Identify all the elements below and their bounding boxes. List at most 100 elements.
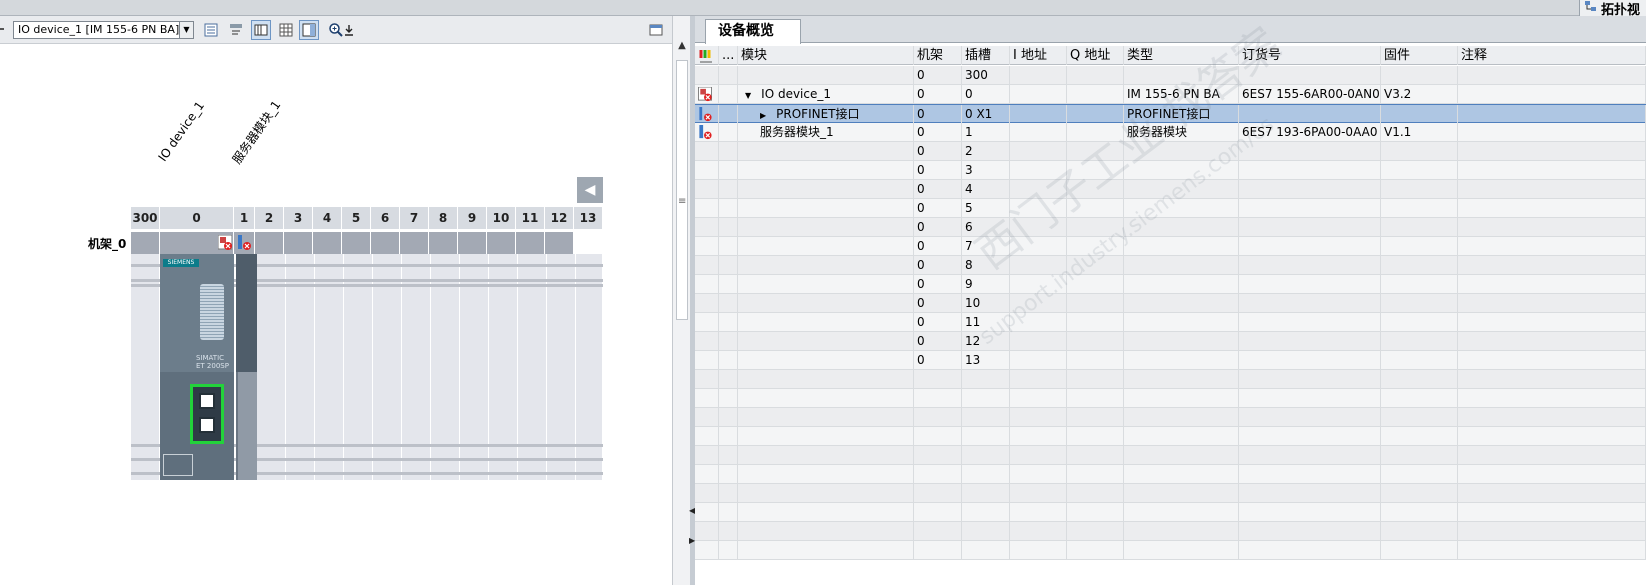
- tab-device-overview[interactable]: 设备概览: [705, 19, 801, 44]
- rack-cell: [429, 232, 458, 254]
- show-module-labels-button[interactable]: [226, 20, 246, 40]
- table-row[interactable]: 服务器模块_1 0 1 服务器模块 6ES7 193-6PA00-0AA0 V1.1: [695, 123, 1646, 142]
- table-cell: [1458, 294, 1646, 313]
- ethernet-port-icon: [199, 393, 215, 409]
- table-row[interactable]: 06: [695, 218, 1646, 237]
- table-cell: [1067, 180, 1124, 199]
- column-header[interactable]: 类型: [1124, 46, 1239, 65]
- rack-view-button[interactable]: [251, 20, 271, 40]
- table-row[interactable]: 0 13: [695, 351, 1646, 370]
- slot-header: 4: [313, 207, 342, 229]
- rack-status-row: [131, 232, 574, 254]
- cell-slot: 4: [965, 182, 973, 196]
- table-cell: [719, 541, 738, 560]
- column-header[interactable]: 注释: [1458, 46, 1646, 65]
- table-row[interactable]: 0 300: [695, 66, 1646, 85]
- table-cell: 6: [962, 218, 1010, 237]
- overview-toggle-button[interactable]: [299, 20, 319, 40]
- table-cell: [914, 465, 962, 484]
- rack-cell[interactable]: [234, 232, 255, 254]
- device-properties-button[interactable]: [201, 20, 221, 40]
- rack-cell[interactable]: [160, 232, 234, 254]
- im155-module[interactable]: SIEMENS SIMATIC ET 200SP: [160, 254, 234, 480]
- cell-order: 6ES7 193-6PA00-0AA0: [1242, 125, 1378, 139]
- table-cell: 300: [962, 66, 1010, 85]
- table-cell: [1010, 199, 1067, 218]
- diagnostics-header-icon[interactable]: [695, 46, 719, 65]
- rack-slot-header: 300 0 1 2 3 4 5 6 7 8 9 10 11 12 13: [131, 207, 603, 229]
- table-cell: [1458, 256, 1646, 275]
- collapse-pane-button[interactable]: [646, 20, 666, 40]
- column-header[interactable]: 订货号: [1239, 46, 1381, 65]
- table-cell: [695, 522, 719, 541]
- table-row[interactable]: ▼ IO device_1 0 0 IM 155-6 PN BA 6ES7 155-6AR…: [695, 85, 1646, 104]
- table-cell: [1124, 541, 1239, 560]
- column-header[interactable]: 机架: [914, 46, 962, 65]
- table-row[interactable]: [695, 389, 1646, 408]
- slot-header: 2: [255, 207, 284, 229]
- table-row[interactable]: [695, 522, 1646, 541]
- table-row[interactable]: 04: [695, 180, 1646, 199]
- table-row[interactable]: 03: [695, 161, 1646, 180]
- column-header[interactable]: I 地址: [1010, 46, 1067, 65]
- table-cell: 0: [914, 275, 962, 294]
- table-row[interactable]: 0 11: [695, 313, 1646, 332]
- grid-view-button[interactable]: [276, 20, 296, 40]
- table-row[interactable]: 08: [695, 256, 1646, 275]
- device-selector-dropdown[interactable]: IO device_1 [IM 155-6 PN BA] ▼: [13, 21, 194, 39]
- table-cell: [1458, 503, 1646, 522]
- slot-header: 10: [487, 207, 516, 229]
- table-row[interactable]: 05: [695, 199, 1646, 218]
- chevron-down-icon[interactable]: ▼: [179, 22, 193, 38]
- table-row[interactable]: 07: [695, 237, 1646, 256]
- table-cell: [1381, 408, 1458, 427]
- table-cell: [738, 313, 914, 332]
- scroll-thumb[interactable]: [676, 60, 688, 320]
- table-row[interactable]: [695, 408, 1646, 427]
- left-vertical-scrollbar[interactable]: ▲ ≡: [672, 16, 690, 585]
- table-row[interactable]: [695, 427, 1646, 446]
- rack-cell: [342, 232, 371, 254]
- rack-navigate-left-button[interactable]: ◀: [577, 177, 603, 203]
- table-cell: 服务器模块: [1124, 123, 1239, 142]
- grip-icon[interactable]: ≡: [678, 196, 686, 207]
- table-cell: [1458, 332, 1646, 351]
- tab-topology-view[interactable]: 拓扑视: [1578, 0, 1646, 18]
- column-header[interactable]: ...: [719, 46, 738, 65]
- table-row[interactable]: [695, 370, 1646, 389]
- collapse-tree-icon[interactable]: ▼: [745, 91, 751, 100]
- scroll-up-icon[interactable]: ▲: [674, 40, 690, 56]
- table-cell: 0: [914, 294, 962, 313]
- table-cell: [695, 503, 719, 522]
- column-header[interactable]: 固件: [1381, 46, 1458, 65]
- profinet-ports[interactable]: [190, 384, 224, 444]
- table-row[interactable]: [695, 541, 1646, 560]
- expand-tree-icon[interactable]: ▶: [760, 111, 766, 120]
- column-header[interactable]: 插槽: [962, 46, 1010, 65]
- table-cell: [1239, 541, 1381, 560]
- table-row[interactable]: 02: [695, 142, 1646, 161]
- table-cell: [1124, 522, 1239, 541]
- table-row[interactable]: [695, 484, 1646, 503]
- table-row[interactable]: ▶ PROFINET接口 0 0 X1 PROFINET接口: [695, 104, 1646, 124]
- table-cell: [1239, 313, 1381, 332]
- table-row[interactable]: 09: [695, 275, 1646, 294]
- column-header[interactable]: 模块: [738, 46, 914, 65]
- server-module[interactable]: [236, 254, 257, 480]
- table-row[interactable]: [695, 503, 1646, 522]
- table-cell: [1239, 294, 1381, 313]
- table-cell: [1381, 351, 1458, 370]
- column-header[interactable]: Q 地址: [1067, 46, 1124, 65]
- cell-rack: 0: [917, 201, 925, 215]
- table-cell: [1124, 275, 1239, 294]
- zoom-menu-button[interactable]: [342, 20, 356, 40]
- table-cell: [1010, 351, 1067, 370]
- table-cell: 0: [914, 199, 962, 218]
- table-cell: [738, 522, 914, 541]
- table-row[interactable]: 0 12: [695, 332, 1646, 351]
- table-cell: [1067, 313, 1124, 332]
- table-row[interactable]: 0 10: [695, 294, 1646, 313]
- cell-rack: 0: [917, 258, 925, 272]
- table-row[interactable]: [695, 446, 1646, 465]
- table-row[interactable]: [695, 465, 1646, 484]
